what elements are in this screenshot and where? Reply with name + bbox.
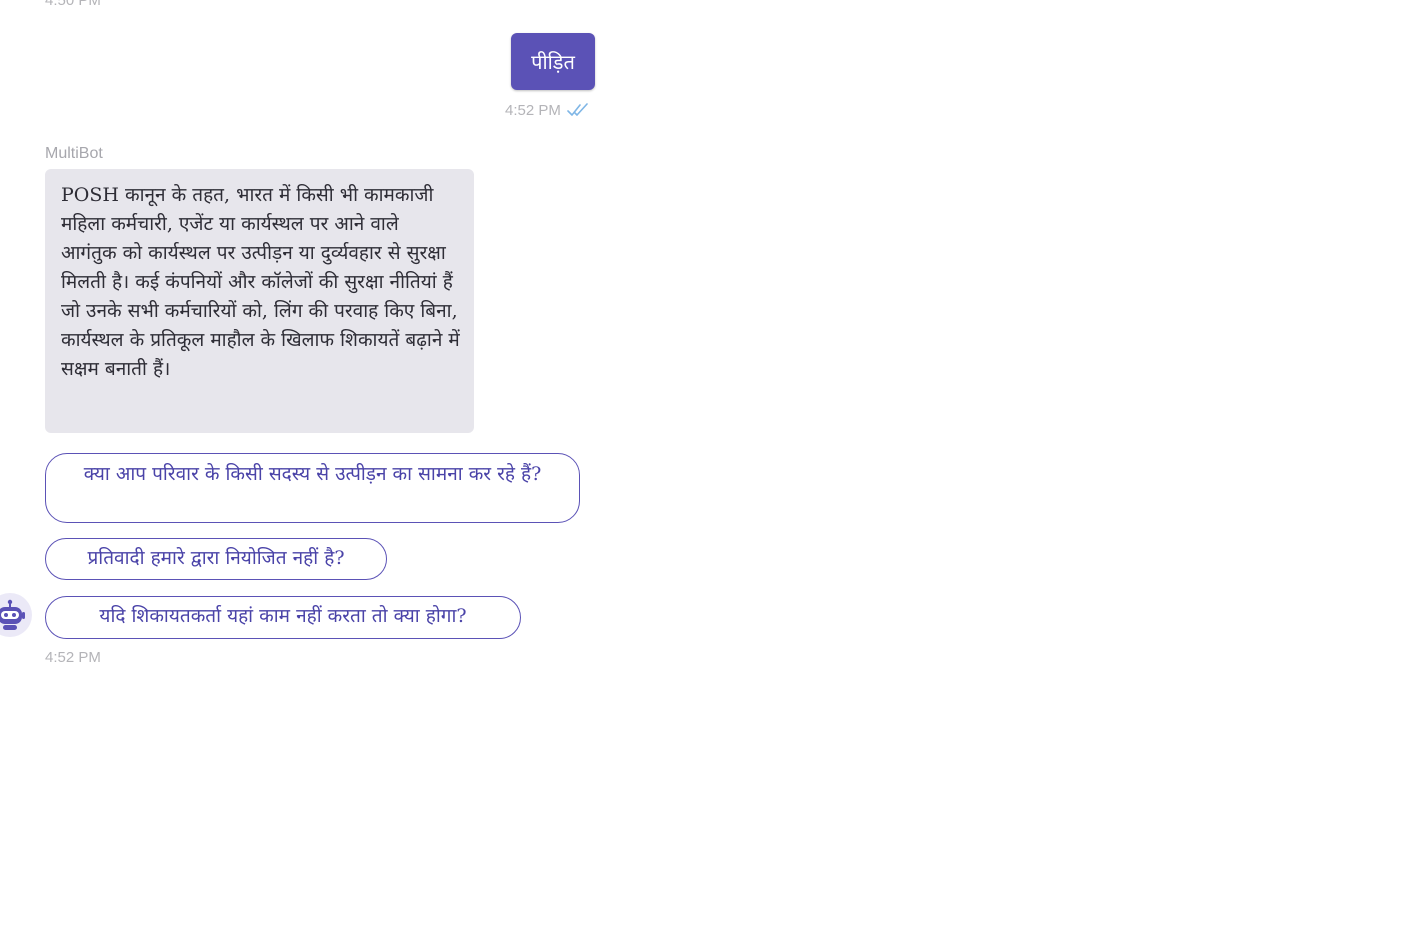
bot-sender-name: MultiBot <box>45 145 103 162</box>
bot-message-time: 4:52 PM <box>45 649 101 666</box>
quick-reply-button[interactable]: प्रतिवादी हमारे द्वारा नियोजित नहीं है? <box>45 538 387 580</box>
bot-message-bubble: POSH कानून के तहत, भारत में किसी भी कामक… <box>45 169 474 433</box>
quick-reply-button[interactable]: क्या आप परिवार के किसी सदस्य से उत्पीड़न… <box>45 453 580 523</box>
user-message-text: पीड़ित <box>531 50 575 74</box>
user-message-bubble: पीड़ित <box>511 33 595 90</box>
quick-reply-button[interactable]: यदि शिकायतकर्ता यहां काम नहीं करता तो क्… <box>45 596 521 639</box>
double-check-icon <box>567 103 588 116</box>
bot-message-text: POSH कानून के तहत, भारत में किसी भी कामक… <box>61 184 460 380</box>
avatar <box>0 593 32 637</box>
user-message-time: 4:52 PM <box>505 101 561 119</box>
user-message-meta: 4:52 PM <box>505 101 589 119</box>
robot-icon <box>0 599 25 630</box>
message-timestamp: 4:50 PM <box>45 0 101 9</box>
chat-window: 4:50 PM पीड़ित 4:52 PM MultiBot POSH कान… <box>0 0 1428 950</box>
